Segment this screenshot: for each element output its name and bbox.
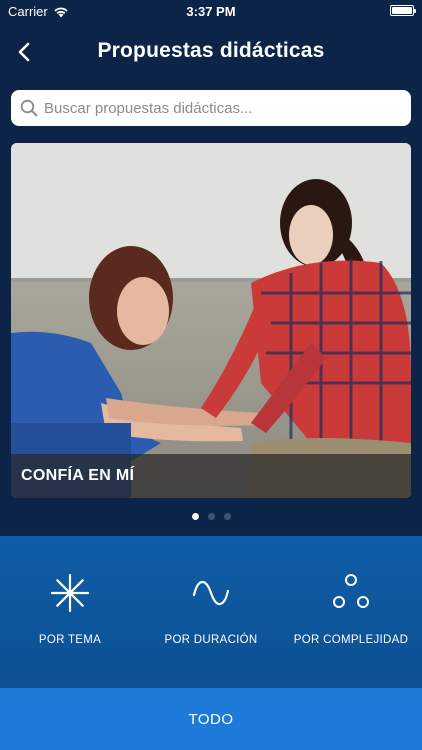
wave-icon xyxy=(192,580,230,606)
navigation-bar: Propuestas didácticas xyxy=(0,22,422,82)
filter-label: POR TEMA xyxy=(38,634,102,646)
search-bar[interactable] xyxy=(11,90,411,126)
show-all-button[interactable]: TODO xyxy=(0,688,422,750)
page-dot[interactable] xyxy=(223,513,231,520)
three-circles-icon xyxy=(333,574,369,608)
card-caption: CONFÍA EN MÍ xyxy=(11,454,411,498)
filter-label: POR COMPLEJIDAD xyxy=(293,634,409,646)
search-input[interactable] xyxy=(44,99,394,117)
filter-label: POR DURACIÓN xyxy=(164,634,258,646)
status-bar: Carrier 3:37 PM xyxy=(0,0,422,22)
filter-by-complexity-button[interactable]: POR COMPLEJIDAD xyxy=(281,536,421,688)
asterisk-icon xyxy=(50,573,90,613)
carousel-page-indicator[interactable] xyxy=(0,513,422,520)
battery-icon xyxy=(390,5,416,16)
featured-carousel-card[interactable]: CONFÍA EN MÍ xyxy=(11,143,411,498)
page-dot[interactable] xyxy=(207,513,215,520)
search-icon xyxy=(20,99,38,117)
filter-by-topic-button[interactable]: POR TEMA xyxy=(0,536,140,688)
status-time: 3:37 PM xyxy=(186,4,236,19)
featured-photo xyxy=(11,143,411,498)
filter-options: POR TEMA POR DURACIÓN POR COMPLEJIDAD xyxy=(0,536,422,688)
page-title: Propuestas didácticas xyxy=(97,39,325,62)
page-dot-active[interactable] xyxy=(191,513,199,520)
filter-by-duration-button[interactable]: POR DURACIÓN xyxy=(141,536,281,688)
